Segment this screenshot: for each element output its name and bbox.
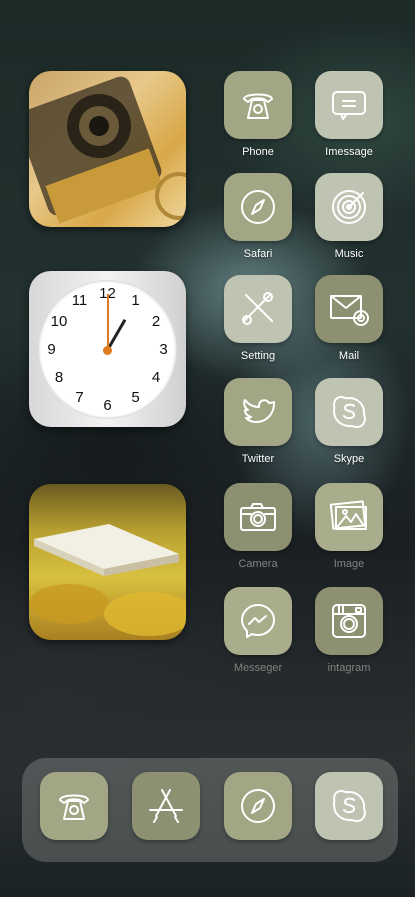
vintage-camera-image (29, 76, 186, 224)
app-music[interactable] (315, 173, 383, 241)
app-imessage[interactable] (315, 71, 383, 139)
compass-icon (241, 190, 275, 224)
app-store-icon (149, 789, 183, 823)
app-label: Setting (240, 350, 276, 362)
app-skype[interactable] (315, 378, 383, 446)
minute-hand (106, 294, 109, 350)
clock-face: 12 1 2 3 4 5 6 7 8 9 10 11 (38, 280, 177, 419)
vinyl-icon (332, 190, 366, 224)
app-image[interactable] (315, 483, 383, 551)
app-mail[interactable] (315, 275, 383, 343)
twitter-icon (243, 399, 275, 423)
app-label: Mail (338, 350, 360, 362)
clock-number: 2 (151, 312, 161, 330)
dock-app-1[interactable] (132, 772, 200, 840)
clock-number: 3 (159, 340, 168, 358)
app-label: Skype (333, 453, 365, 465)
clock-number: 5 (131, 388, 140, 406)
app-label: Imessage (325, 146, 373, 158)
app-phone[interactable] (224, 71, 292, 139)
mail-icon (330, 295, 369, 326)
clock-number: 8 (54, 368, 64, 386)
clock-widget[interactable]: 12 1 2 3 4 5 6 7 8 9 10 11 (29, 271, 186, 427)
app-label: Phone (242, 146, 274, 158)
dock-app-2[interactable] (224, 772, 292, 840)
clock-center (103, 346, 112, 355)
app-label: Twitter (241, 453, 275, 465)
app-setting[interactable] (224, 275, 292, 343)
compass-icon (241, 789, 275, 823)
app-label: intagram (327, 662, 371, 674)
app-intagram[interactable] (315, 587, 383, 655)
tools-icon (242, 292, 273, 325)
dock-app-3[interactable] (315, 772, 383, 840)
phone-icon (243, 93, 273, 119)
photo-widget-camera[interactable] (29, 71, 186, 227)
instagram-icon (332, 604, 366, 638)
app-messeger[interactable] (224, 587, 292, 655)
app-twitter[interactable] (224, 378, 292, 446)
app-camera[interactable] (224, 483, 292, 551)
messenger-icon (241, 604, 275, 638)
app-label: Camera (238, 558, 278, 570)
image-icon (329, 500, 367, 530)
clock-number: 10 (50, 312, 68, 330)
app-label: Music (334, 248, 364, 260)
skype-icon (333, 790, 366, 822)
camera-icon (240, 503, 276, 531)
clock-number: 4 (151, 368, 161, 386)
clock-number: 6 (103, 396, 112, 414)
book-leaves-image (29, 524, 186, 636)
clock-number: 11 (71, 292, 88, 309)
clock-number: 1 (131, 292, 140, 309)
app-label: Image (333, 558, 365, 570)
app-safari[interactable] (224, 173, 292, 241)
app-label: Safari (243, 248, 273, 260)
message-icon (332, 91, 366, 120)
app-label: Messeger (233, 662, 283, 674)
clock-number: 7 (75, 388, 84, 406)
dock-app-0[interactable] (40, 772, 108, 840)
skype-icon (333, 396, 366, 428)
photo-widget-book[interactable] (29, 484, 186, 640)
clock-number: 9 (47, 340, 56, 358)
phone-icon (59, 794, 89, 820)
